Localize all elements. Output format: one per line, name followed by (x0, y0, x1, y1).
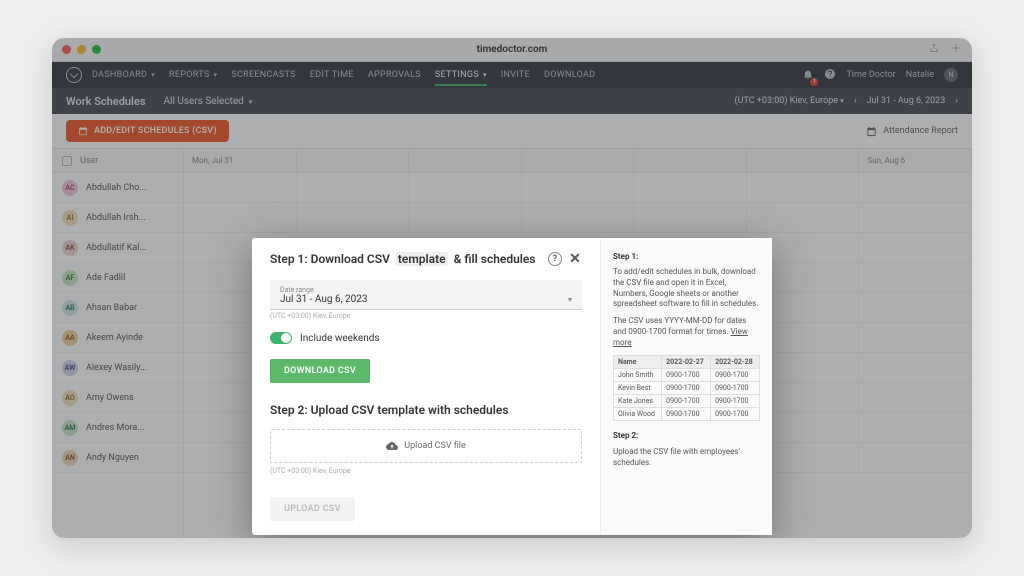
help-icon[interactable]: ? (548, 252, 562, 266)
modal-help-panel: Step 1: To add/edit schedules in bulk, d… (600, 238, 772, 535)
timezone-note-2: (UTC +03:00) Kiev, Europe (270, 467, 582, 475)
csv-schedule-modal: Step 1: Download CSV template & fill sch… (252, 238, 772, 535)
modal-step2-title: Step 2: Upload CSV template with schedul… (270, 403, 582, 417)
date-range-select[interactable]: Date range Jul 31 - Aug 6, 2023▾ (270, 280, 582, 310)
upload-csv-button[interactable]: UPLOAD CSV (270, 497, 355, 521)
browser-window: timedoctor.com DASHBOARD▾ REPORTS▾ SCREE… (52, 38, 972, 538)
toggle-switch[interactable] (270, 332, 292, 344)
example-table: Name2022-02-272022-02-28 John Smith0900-… (613, 355, 760, 421)
chevron-down-icon: ▾ (568, 295, 572, 304)
upload-dropzone[interactable]: Upload CSV file (270, 429, 582, 463)
download-csv-button[interactable]: DOWNLOAD CSV (270, 359, 370, 383)
close-icon[interactable]: ✕ (568, 252, 582, 266)
timezone-note: (UTC +03:00) Kiev, Europe (270, 312, 582, 320)
include-weekends-toggle[interactable]: Include weekends (270, 332, 582, 344)
modal-step1-title: Step 1: Download CSV template & fill sch… (270, 252, 582, 266)
